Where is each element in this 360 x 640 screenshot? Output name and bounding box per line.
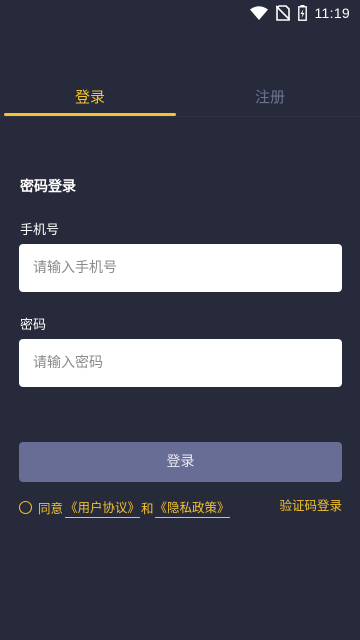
password-input[interactable] [19,339,342,387]
agree-prefix: 同意 [38,500,64,516]
privacy-policy-link[interactable]: 《隐私政策》 [154,497,230,518]
section-title: 密码登录 [20,179,76,195]
phone-input[interactable] [19,244,342,292]
no-sim-icon [275,5,290,21]
sms-login-link[interactable]: 验证码登录 [279,497,342,517]
auth-tabs: 登录 注册 [0,82,360,116]
tabs-divider [0,116,360,117]
password-label: 密码 [20,318,47,333]
wifi-icon [249,6,268,20]
status-time: 11:19 [314,5,350,21]
tab-login[interactable]: 登录 [0,82,180,112]
phone-label: 手机号 [20,223,60,238]
agree-radio[interactable] [19,500,32,514]
login-screen: 11:19 登录 注册 密码登录 手机号 密码 登录 同意 《用户协议》 和 《… [0,0,360,640]
tab-register[interactable]: 注册 [180,82,360,112]
agree-and: 和 [141,500,154,516]
user-agreement-link[interactable]: 《用户协议》 [65,497,141,518]
login-button[interactable]: 登录 [19,442,342,482]
status-bar: 11:19 [0,0,360,26]
battery-charging-icon [297,5,307,21]
